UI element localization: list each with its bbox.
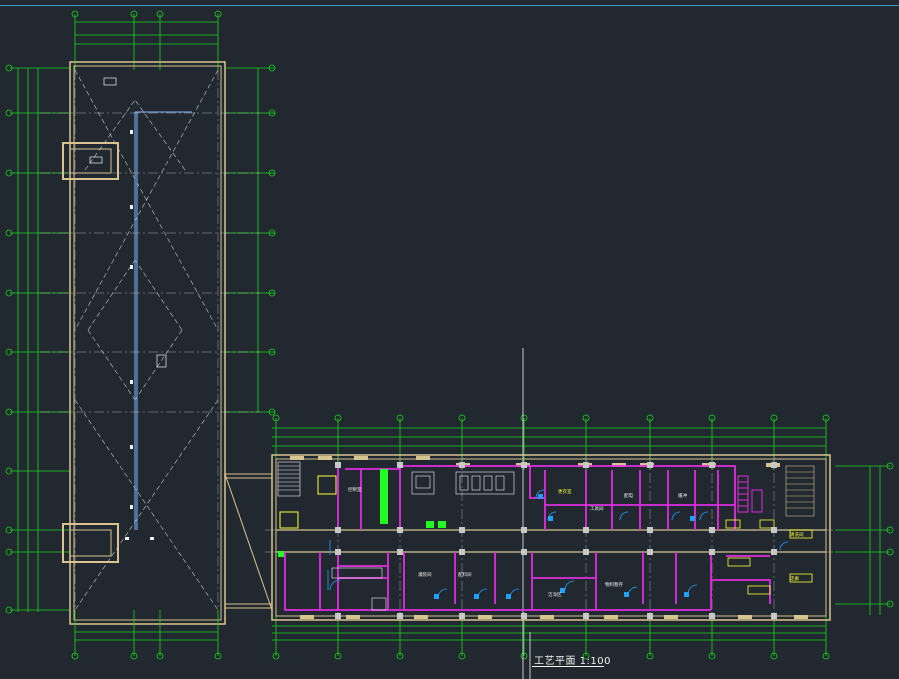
left-wing [5,10,276,660]
lift-shaft [317,475,337,495]
roof-vent-upper [62,142,119,180]
clean-room-partitions-lower [284,552,771,611]
room-label-0: 控制室 [348,486,362,493]
right-dimensions-left-wing [225,64,276,416]
doors [327,489,789,599]
top-dimensions-right [272,414,830,470]
ridge-line [134,111,192,530]
equipment-green-1 [426,521,434,528]
door-markers [434,494,695,599]
room-label-4: 缓冲 [678,492,687,499]
drawing-title-underline [532,666,604,667]
right-wing: 控制室 更衣室 工具间 配电 缓冲 洁净区 灌装间 配料间 物料暂存 清洗间 走… [265,348,894,679]
lift-shaft-2 [279,511,299,529]
stair-right [785,465,815,517]
top-dimensions-left [71,10,222,70]
room-label-7: 配料间 [458,571,472,578]
room-label-6: 灌装间 [418,571,432,578]
equipment-green-bar [380,469,388,524]
room-label-3: 配电 [624,492,633,499]
equipment-green-3 [278,551,284,557]
roof-hatch [103,77,117,86]
link-corridor [224,473,273,611]
equipment-green-2 [438,521,446,528]
internal-grid [40,70,260,612]
right-dimensions [835,462,894,615]
stair-left [277,461,301,497]
bottom-dimensions-left [71,610,222,660]
room-label-10: 走廊 [790,575,799,582]
magenta-fixtures [737,475,763,513]
room-label-2: 工具间 [590,505,604,512]
floor-plan-drawing: 控制室 更衣室 工具间 配电 缓冲 洁净区 灌装间 配料间 物料暂存 清洗间 走… [5,10,894,679]
room-label-5: 洁净区 [548,591,562,598]
yellow-annotations [725,519,813,595]
left-dimensions [5,64,70,614]
room-label-8: 物料暂存 [605,581,623,588]
roof-lines [74,69,219,611]
room-label-9: 清洗间 [790,531,804,538]
roof-vent-lower [62,523,119,563]
room-label-1: 更衣室 [558,488,572,495]
drawing-title: 工艺平面 1:100 [534,656,611,667]
drain-markers [125,130,154,540]
